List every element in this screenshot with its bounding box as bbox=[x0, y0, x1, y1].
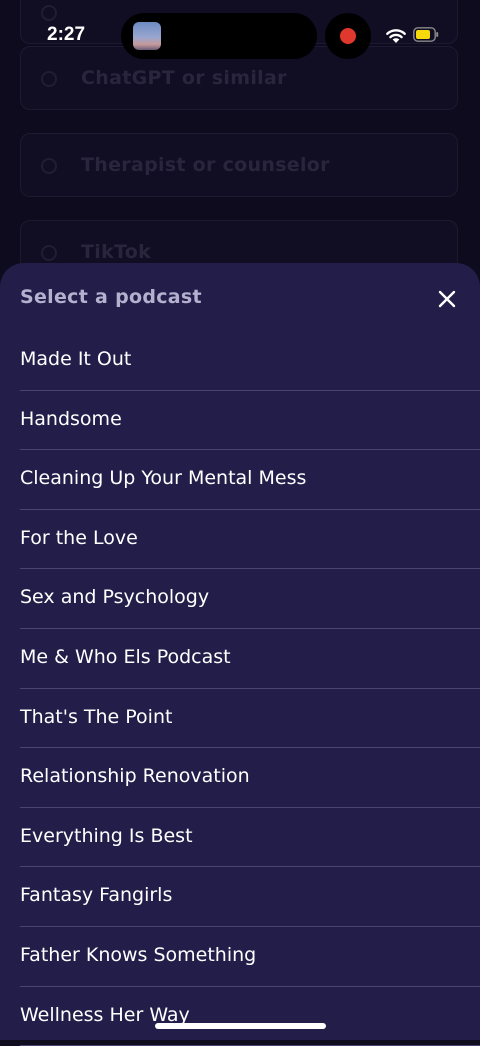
podcast-item-label: Father Knows Something bbox=[20, 943, 257, 966]
close-button[interactable] bbox=[430, 282, 464, 316]
podcast-item[interactable]: Handsome bbox=[20, 391, 480, 451]
podcast-item[interactable]: Me & Who Els Podcast bbox=[20, 629, 480, 689]
podcast-item[interactable]: Relationship Renovation bbox=[20, 748, 480, 808]
podcast-item-label: Handsome bbox=[20, 407, 122, 430]
podcast-item[interactable]: Made It Out bbox=[20, 331, 480, 391]
podcast-item-label: Made It Out bbox=[20, 348, 132, 370]
podcast-item-label: Cleaning Up Your Mental Mess bbox=[20, 467, 307, 490]
podcast-item-label: Sex and Psychology bbox=[20, 586, 210, 609]
podcast-list: Made It Out Handsome Cleaning Up Your Me… bbox=[0, 331, 480, 1046]
podcast-item[interactable]: Father Knows Something bbox=[20, 927, 480, 987]
podcast-item[interactable]: Everything Is Best bbox=[20, 808, 480, 868]
media-thumbnail-icon bbox=[133, 22, 161, 50]
podcast-item-label: Fantasy Fangirls bbox=[20, 884, 173, 907]
podcast-item[interactable]: Wellness Her Way bbox=[20, 987, 480, 1046]
podcast-item-label: Everything Is Best bbox=[20, 824, 193, 847]
podcast-item[interactable]: For the Love bbox=[20, 510, 480, 570]
sheet-title: Select a podcast bbox=[20, 286, 202, 308]
status-bar: 2:27 bbox=[0, 0, 480, 70]
podcast-item-label: For the Love bbox=[20, 526, 138, 549]
podcast-item[interactable]: That's The Point bbox=[20, 689, 480, 749]
podcast-item-label: That's The Point bbox=[20, 705, 173, 728]
wifi-icon bbox=[386, 29, 406, 43]
podcast-item[interactable]: Cleaning Up Your Mental Mess bbox=[20, 450, 480, 510]
status-time: 2:27 bbox=[47, 24, 86, 45]
recording-dot-icon bbox=[340, 28, 356, 44]
podcast-picker-sheet: Select a podcast Made It Out Handsome Cl… bbox=[0, 263, 480, 1046]
battery-icon bbox=[413, 27, 439, 42]
close-icon bbox=[438, 290, 456, 308]
podcast-item[interactable]: Sex and Psychology bbox=[20, 569, 480, 629]
screen-recording-indicator bbox=[325, 13, 371, 59]
dynamic-island bbox=[121, 13, 317, 59]
podcast-item-label: Me & Who Els Podcast bbox=[20, 645, 231, 668]
home-indicator bbox=[155, 1023, 326, 1029]
podcast-item-label: Relationship Renovation bbox=[20, 765, 250, 788]
podcast-item[interactable]: Fantasy Fangirls bbox=[20, 867, 480, 927]
